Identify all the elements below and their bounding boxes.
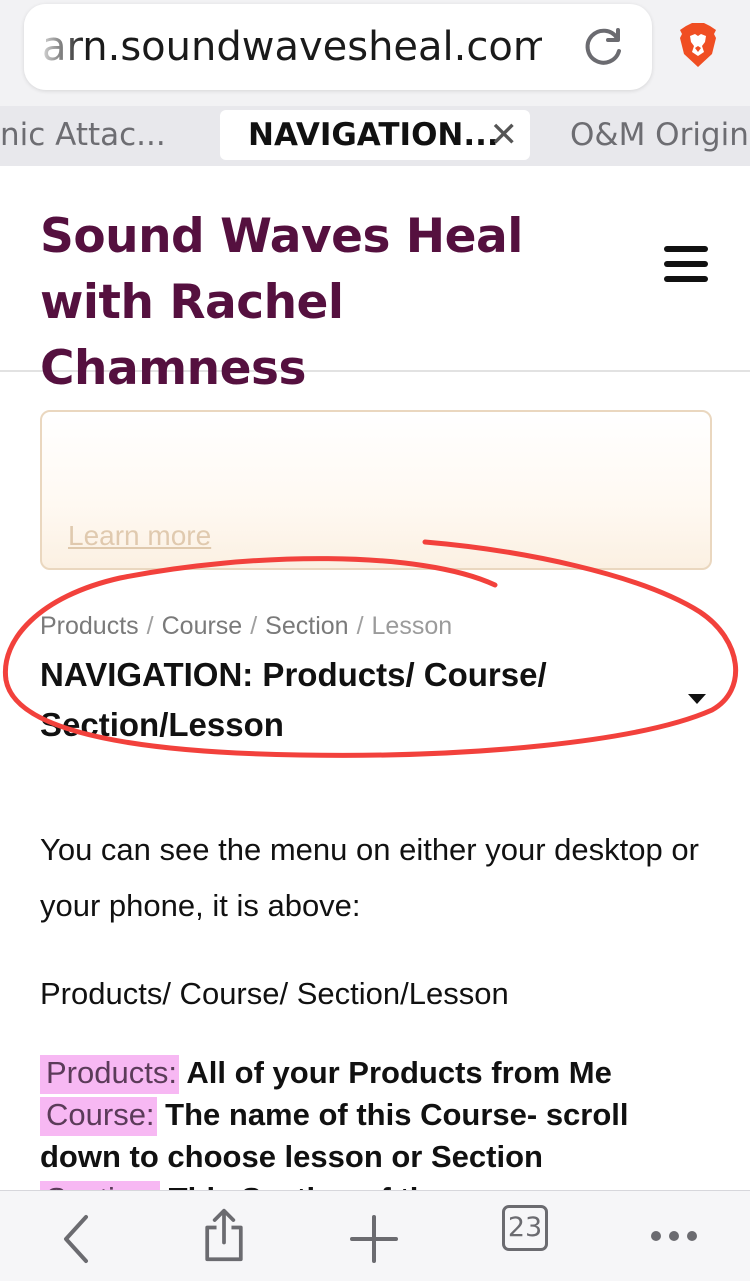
tab-om-original[interactable]: O&M Origina: [570, 110, 750, 160]
breadcrumb-current: Lesson: [371, 612, 453, 640]
close-icon[interactable]: ✕: [490, 110, 519, 160]
path-paragraph: Products/ Course/ Section/Lesson: [40, 976, 509, 1011]
url-text[interactable]: arn.soundwavesheal.com: [42, 24, 542, 70]
tab-count-button[interactable]: 23: [502, 1205, 548, 1251]
notice-box: Learn more: [40, 410, 712, 570]
reload-icon[interactable]: [580, 24, 626, 70]
lesson-title[interactable]: NAVIGATION: Products/ Course/ Section/Le…: [40, 650, 660, 750]
tab-panic-attack[interactable]: nic Attac...: [0, 110, 170, 160]
products-highlight: Products:: [40, 1055, 179, 1094]
intro-paragraph: You can see the menu on either your desk…: [40, 832, 699, 923]
browser-top-bar: arn.soundwavesheal.com: [0, 0, 750, 106]
breadcrumb-separator: /: [146, 612, 154, 640]
share-icon[interactable]: [200, 1207, 248, 1263]
breadcrumb-separator: /: [250, 612, 258, 640]
address-bar[interactable]: arn.soundwavesheal.com: [24, 4, 652, 90]
course-highlight: Course:: [40, 1097, 157, 1136]
tab-label: NAVIGATION...: [248, 117, 499, 153]
new-tab-icon[interactable]: [350, 1211, 398, 1267]
breadcrumb-products[interactable]: Products: [40, 612, 139, 640]
learn-more-link[interactable]: Learn more: [68, 520, 211, 552]
site-header: Sound Waves Heal with Rachel Chamness: [0, 166, 750, 396]
breadcrumb-separator: /: [356, 612, 364, 640]
tab-strip: nic Attac... NAVIGATION... ✕ O&M Origina: [0, 106, 750, 167]
tab-label: nic Attac...: [0, 117, 166, 153]
brave-shield-icon[interactable]: [678, 22, 718, 68]
more-options-icon[interactable]: [650, 1221, 698, 1251]
dropdown-caret-icon[interactable]: [688, 694, 706, 704]
breadcrumb-course[interactable]: Course: [162, 612, 243, 640]
menu-icon[interactable]: [664, 246, 708, 282]
site-title[interactable]: Sound Waves Heal with Rachel Chamness: [40, 204, 600, 402]
breadcrumb-section[interactable]: Section: [265, 612, 348, 640]
products-text: All of your Products from Me: [178, 1055, 612, 1090]
url-fade: [24, 4, 84, 90]
breadcrumb: Products / Course / Section / Lesson: [40, 612, 452, 641]
tab-label: O&M Origina: [570, 117, 750, 153]
tab-navigation[interactable]: NAVIGATION... ✕: [220, 110, 530, 160]
back-icon[interactable]: [58, 1211, 94, 1267]
browser-bottom-toolbar: 23: [0, 1190, 750, 1281]
